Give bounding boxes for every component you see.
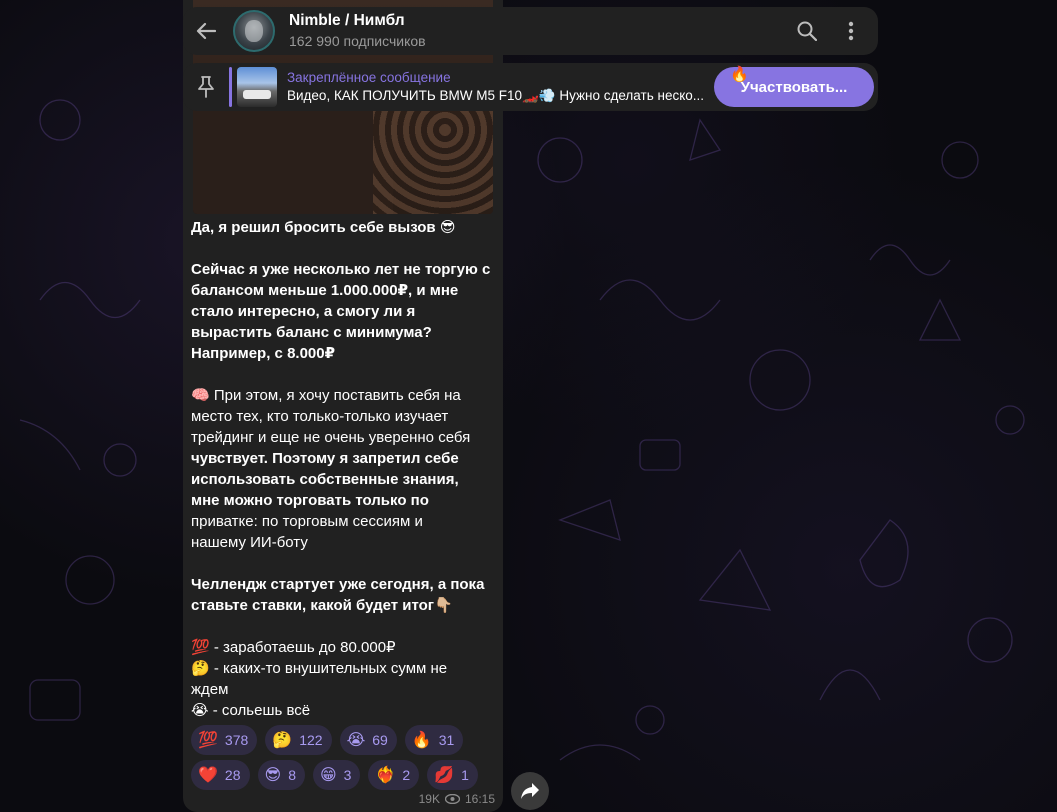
pinned-thumbnail bbox=[237, 67, 277, 107]
channel-avatar[interactable] bbox=[233, 10, 275, 52]
message-time: 16:15 bbox=[464, 792, 495, 806]
fire-icon: 🔥 bbox=[730, 66, 749, 83]
reactions-row-1: 💯 378 🤔 122 😭 69 🔥 31 bbox=[191, 725, 497, 755]
pinned-message-bar[interactable]: Закреплённое сообщение Видео, КАК ПОЛУЧИ… bbox=[183, 63, 878, 111]
msg-line: 🧠 При этом, я хочу поставить себя на bbox=[191, 387, 461, 404]
reaction-sunglasses[interactable]: 😎 8 bbox=[257, 760, 305, 790]
msg-line: ждем bbox=[191, 681, 229, 698]
msg-line: приватке: по торговым сессиям и bbox=[191, 513, 423, 530]
msg-line: чувствует. Поэтому я запретил себе bbox=[191, 450, 459, 467]
pinned-text: Видео, КАК ПОЛУЧИТЬ BMW M5 F10🏎️💨 Нужно … bbox=[287, 88, 705, 103]
msg-line: использовать собственные знания, bbox=[191, 471, 459, 488]
views-count: 19K bbox=[418, 792, 440, 806]
msg-line: вырастить баланс с минимума? bbox=[191, 324, 432, 341]
subscriber-count: 162 990 подписчиков bbox=[289, 33, 426, 49]
channel-title: Nimble / Нимбл bbox=[289, 12, 405, 29]
reaction-thinking[interactable]: 🤔 122 bbox=[265, 725, 332, 755]
reaction-crying[interactable]: 😭 69 bbox=[339, 725, 397, 755]
share-button[interactable] bbox=[511, 772, 549, 810]
more-vertical-icon bbox=[848, 21, 854, 41]
pin-accent-line bbox=[229, 67, 232, 107]
reaction-heart[interactable]: ❤️ 28 bbox=[191, 760, 250, 790]
msg-line: балансом меньше 1.000.000₽, и мне bbox=[191, 282, 459, 299]
eye-icon bbox=[444, 794, 460, 804]
search-button[interactable] bbox=[794, 18, 820, 44]
reactions-row-2: ❤️ 28 😎 8 😁 3 ❤️‍🔥 2 💋 1 bbox=[191, 760, 497, 790]
msg-line: 🤔 - каких-то внушительных сумм не bbox=[191, 660, 448, 677]
msg-line: нашему ИИ-боту bbox=[191, 534, 308, 551]
reaction-kiss[interactable]: 💋 1 bbox=[427, 760, 478, 790]
msg-line: стало интересно, а смогу ли я bbox=[191, 303, 416, 320]
reaction-heart-fire[interactable]: ❤️‍🔥 2 bbox=[368, 760, 420, 790]
share-icon bbox=[521, 783, 539, 799]
msg-line: Да, я решил бросить себе вызов 😎 bbox=[191, 219, 456, 236]
pinned-label: Закреплённое сообщение bbox=[287, 70, 451, 85]
msg-line: Например, с 8.000₽ bbox=[191, 345, 336, 362]
search-icon bbox=[797, 21, 817, 41]
chat-header: Nimble / Нимбл 162 990 подписчиков bbox=[183, 7, 878, 55]
msg-line: мне можно торговать только по bbox=[191, 492, 429, 509]
message-bubble: Да, я решил бросить себе вызов 😎 Сейчас … bbox=[183, 0, 503, 812]
msg-line: 💯 - заработаешь до 80.000₽ bbox=[191, 639, 396, 656]
background-doodles bbox=[19, 99, 1025, 761]
reaction-100[interactable]: 💯 378 bbox=[191, 725, 258, 755]
msg-line: ставьте ставки, какой будет итог👇🏼 bbox=[191, 597, 453, 614]
back-button[interactable] bbox=[183, 7, 229, 55]
participate-button[interactable]: 🔥 Участвовать... bbox=[714, 66, 874, 107]
more-button[interactable] bbox=[838, 18, 864, 44]
channel-info[interactable]: Nimble / Нимбл 162 990 подписчиков bbox=[289, 11, 426, 51]
msg-line: место тех, кто только-только изучает bbox=[191, 408, 449, 425]
msg-line: 😭 - сольешь всё bbox=[191, 702, 311, 719]
msg-line: Челлендж стартует уже сегодня, а пока bbox=[191, 576, 485, 593]
msg-line: Сейчас я уже несколько лет не торгую с bbox=[191, 261, 491, 278]
participate-label: Участвовать... bbox=[740, 78, 848, 96]
unpin-button[interactable] bbox=[183, 76, 229, 98]
message-text: Да, я решил бросить себе вызов 😎 Сейчас … bbox=[191, 217, 497, 721]
pin-icon bbox=[198, 76, 214, 98]
reaction-fire[interactable]: 🔥 31 bbox=[404, 725, 464, 755]
msg-line: трейдинг и еще не очень уверенно себя bbox=[191, 429, 471, 446]
back-arrow-icon bbox=[196, 22, 216, 40]
message-meta: 19K 16:15 bbox=[419, 792, 495, 806]
reaction-grin[interactable]: 😁 3 bbox=[312, 760, 361, 790]
